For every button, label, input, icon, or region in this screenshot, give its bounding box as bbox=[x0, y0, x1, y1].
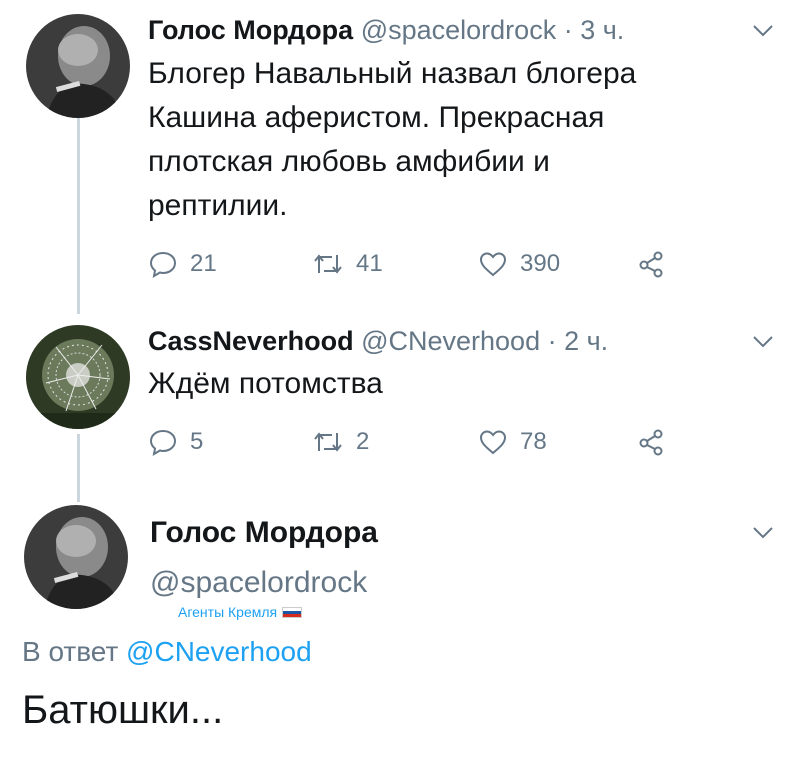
tweet-text: Блогер Навальный назвал блогера Кашина а… bbox=[148, 52, 748, 228]
badge-label: Агенты Кремля bbox=[178, 604, 278, 620]
tweet-text-line: Кашина аферистом. Прекрасная bbox=[148, 101, 605, 134]
share-icon bbox=[639, 429, 663, 456]
author-handle[interactable]: @spacelordrock bbox=[150, 566, 367, 600]
tweet-header: Голос Мордора @spacelordrock · 3 ч. bbox=[148, 15, 624, 46]
share-button[interactable] bbox=[636, 422, 678, 462]
retweet-icon bbox=[314, 254, 342, 274]
heart-icon bbox=[479, 252, 507, 277]
share-button[interactable] bbox=[636, 244, 678, 284]
author-name[interactable]: Голос Мордора bbox=[150, 516, 378, 550]
tweet-actions: 21 41 390 bbox=[148, 244, 668, 284]
tweet-header: CassNeverhood @CNeverhood · 2 ч. bbox=[148, 326, 608, 357]
chevron-down-icon[interactable] bbox=[752, 24, 774, 38]
share-icon bbox=[639, 251, 663, 278]
heart-icon bbox=[479, 430, 507, 455]
tweet-time[interactable]: · 3 ч. bbox=[564, 15, 625, 45]
tweet-time[interactable]: · 2 ч. bbox=[548, 326, 609, 356]
like-button[interactable]: 78 bbox=[478, 422, 547, 462]
like-count: 390 bbox=[520, 250, 561, 277]
avatar[interactable] bbox=[24, 505, 128, 609]
retweet-count: 2 bbox=[356, 428, 370, 455]
thread-line bbox=[77, 118, 80, 314]
reply-context: В ответ @CNeverhood bbox=[22, 636, 312, 668]
tweet-text: Ждём потомства bbox=[148, 362, 748, 406]
profile-badge: Агенты Кремля bbox=[178, 604, 303, 620]
tweet-text-line: плотская любовь амфибии и bbox=[148, 145, 550, 178]
reply-button[interactable]: 5 bbox=[148, 422, 203, 462]
retweet-icon bbox=[314, 432, 342, 452]
avatar[interactable] bbox=[26, 14, 130, 118]
retweet-count: 41 bbox=[356, 250, 383, 277]
russian-flag-icon bbox=[282, 606, 303, 618]
retweet-button[interactable]: 41 bbox=[312, 244, 383, 284]
reply-count: 21 bbox=[190, 250, 217, 277]
chevron-down-icon[interactable] bbox=[752, 335, 774, 349]
author-handle[interactable]: @spacelordrock bbox=[361, 15, 557, 45]
author-name[interactable]: Голос Мордора bbox=[148, 15, 353, 45]
chevron-down-icon[interactable] bbox=[752, 526, 774, 540]
author-name[interactable]: CassNeverhood bbox=[148, 326, 354, 356]
tweet-text-line: Блогер Навальный назвал блогера bbox=[148, 57, 637, 90]
author-handle[interactable]: @CNeverhood bbox=[361, 326, 540, 356]
reply-icon bbox=[149, 429, 177, 456]
tweet-text-line: Ждём потомства bbox=[148, 367, 383, 400]
retweet-button[interactable]: 2 bbox=[312, 422, 369, 462]
thread-line bbox=[77, 434, 80, 502]
tweet-actions: 5 2 78 bbox=[148, 422, 668, 462]
avatar[interactable] bbox=[26, 325, 130, 429]
like-button[interactable]: 390 bbox=[478, 244, 560, 284]
like-count: 78 bbox=[520, 428, 547, 455]
reply-prefix: В ответ bbox=[22, 636, 119, 667]
reply-button[interactable]: 21 bbox=[148, 244, 217, 284]
reply-icon bbox=[149, 251, 177, 278]
tweet-text-line: рептилии. bbox=[148, 189, 288, 222]
reply-mention-link[interactable]: @CNeverhood bbox=[126, 636, 312, 667]
tweet-text: Батюшки... bbox=[22, 688, 224, 732]
reply-count: 5 bbox=[190, 428, 204, 455]
